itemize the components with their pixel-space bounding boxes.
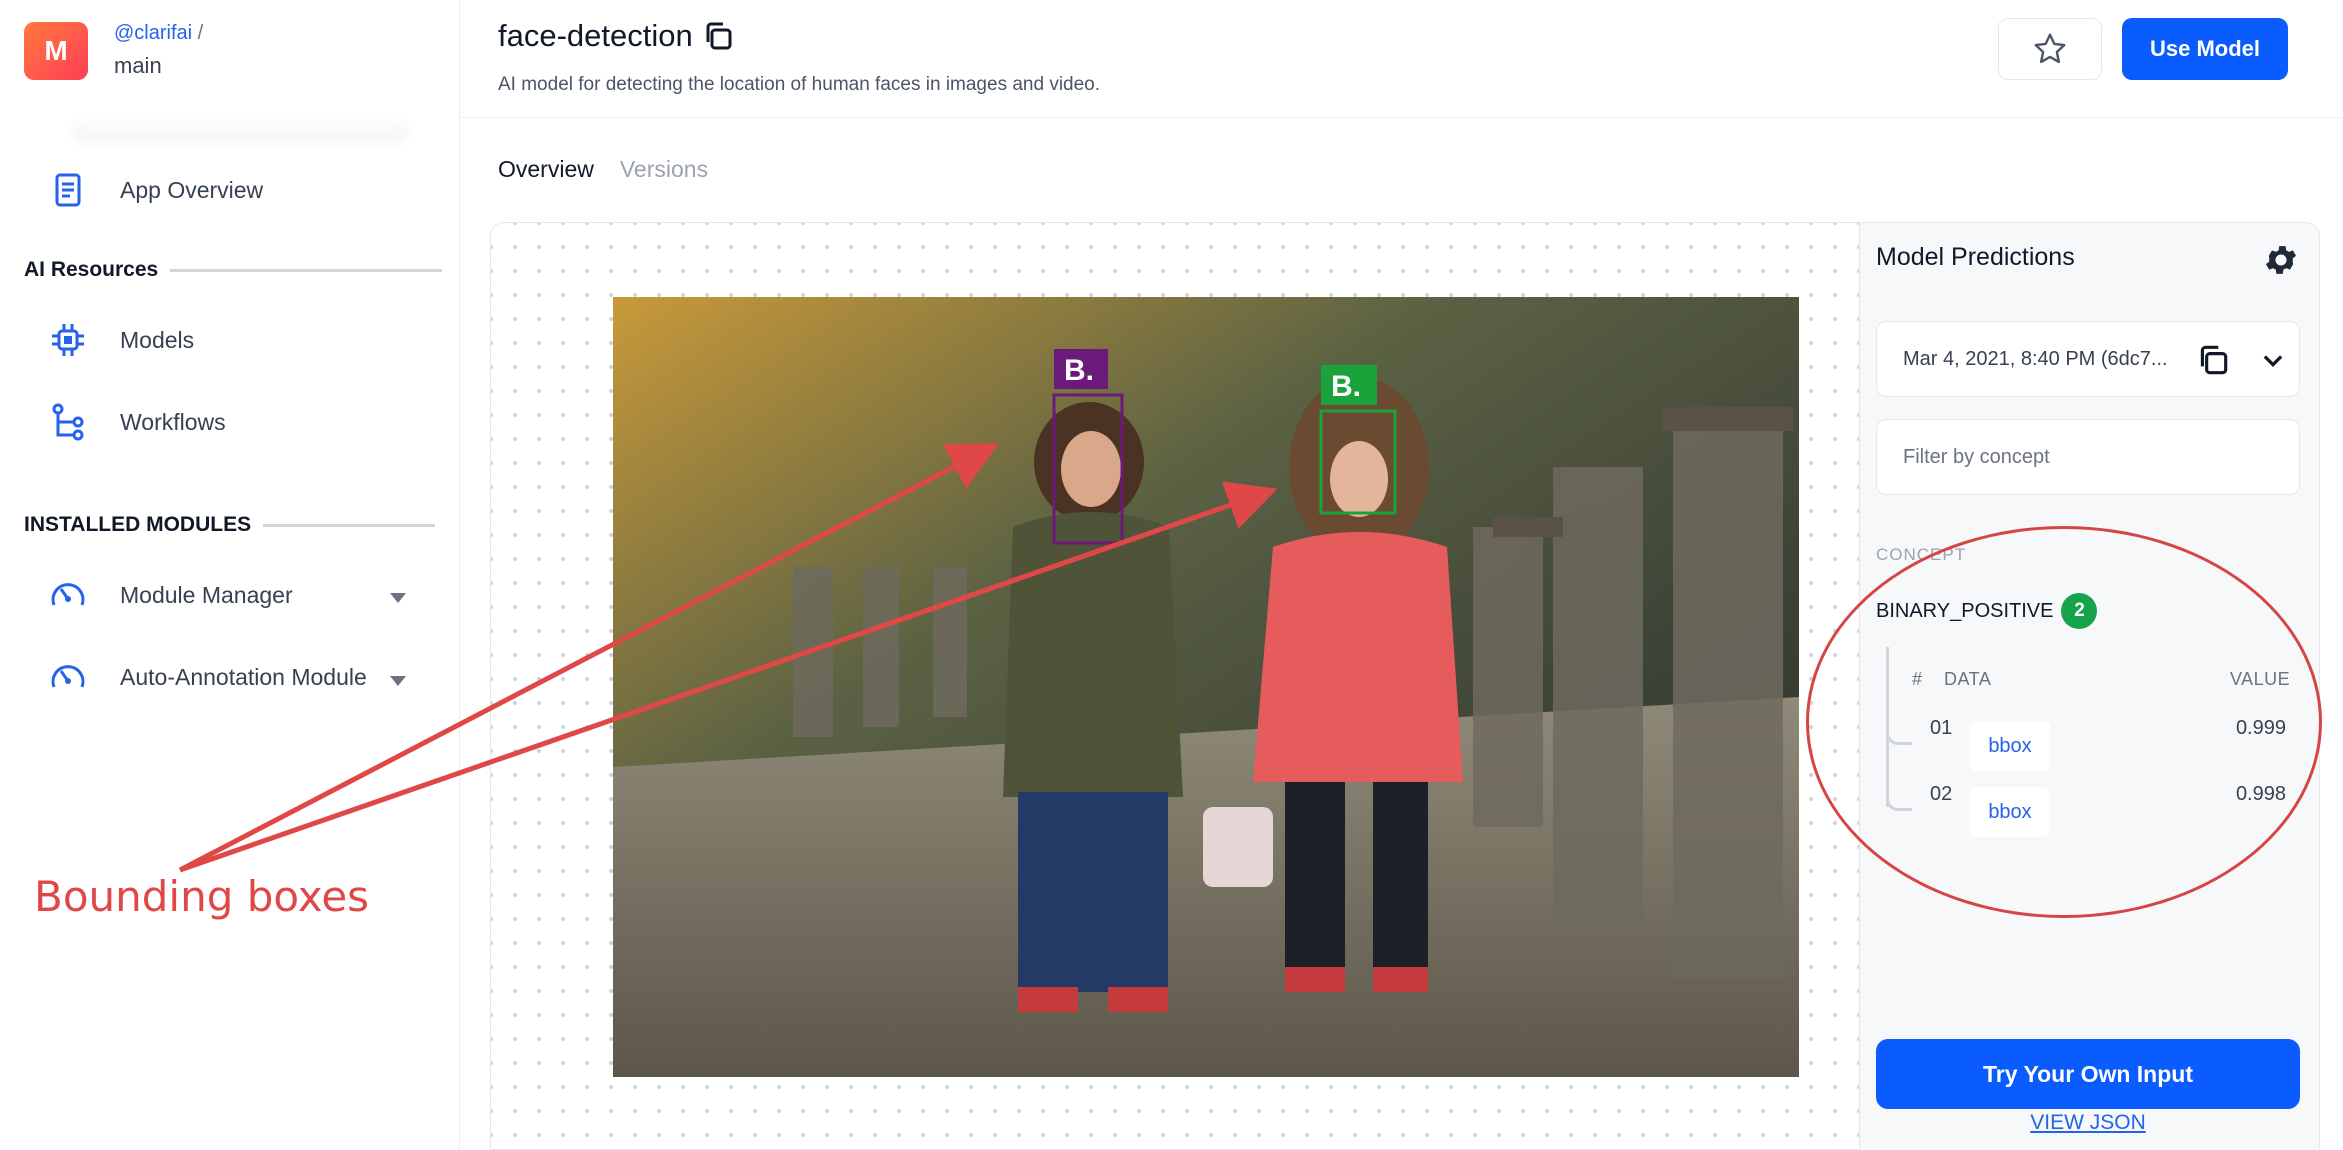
model-title-text: face-detection [498, 18, 693, 53]
owner-link[interactable]: @clarifai [114, 22, 192, 44]
tree-branch [1886, 781, 1912, 811]
sidebar-item-auto-annotation[interactable]: Auto-Annotation Module [48, 657, 367, 697]
bbox-chip[interactable]: bbox [1970, 787, 2050, 837]
annotation-label: Bounding boxes [34, 872, 370, 921]
gear-icon[interactable] [2262, 241, 2300, 279]
chip-icon [52, 324, 84, 356]
tab-bar: Overview Versions [498, 156, 708, 183]
model-predictions-panel: Model Predictions Mar 4, 2021, 8:40 PM (… [1860, 222, 2320, 1150]
sidebar-item-app-overview[interactable]: App Overview [48, 170, 263, 210]
sidebar-item-label: App Overview [120, 176, 264, 203]
sidebar-item-label: Module Manager [120, 581, 293, 608]
use-model-button[interactable]: Use Model [2122, 18, 2288, 80]
prediction-value: 0.998 [2235, 783, 2286, 805]
version-value: Mar 4, 2021, 8:40 PM (6dc7... [1903, 347, 2168, 370]
model-title: face-detection [498, 18, 735, 54]
copy-icon[interactable] [701, 19, 735, 53]
tree-branch [1886, 715, 1912, 745]
version-select[interactable]: Mar 4, 2021, 8:40 PM (6dc7... [1876, 321, 2300, 397]
prediction-value: 0.999 [2235, 717, 2286, 739]
bbox-chip[interactable]: bbox [1970, 721, 2050, 771]
sidebar-item-workflows[interactable]: Workflows [48, 402, 226, 442]
model-header: face-detection AI model for detecting th… [460, 0, 2343, 118]
sidebar-item-label: Auto-Annotation Module [120, 663, 367, 690]
sidebar-item-models[interactable]: Models [48, 320, 194, 360]
concept-count-badge: 2 [2061, 593, 2098, 629]
image-canvas: B. B. [490, 222, 1860, 1150]
app-header[interactable]: M @clarifai / main [24, 22, 203, 80]
app-owner[interactable]: @clarifai / [114, 22, 203, 45]
star-icon [2034, 33, 2066, 64]
copy-icon[interactable] [2195, 342, 2231, 378]
app-meta: @clarifai / main [114, 22, 203, 79]
sidebar-item-label: Workflows [120, 408, 226, 435]
input-image[interactable]: B. B. [613, 297, 1799, 1077]
concept-row[interactable]: BINARY_POSITIVE 2 [1876, 593, 2098, 629]
bbox-1-label: B. [1064, 354, 1094, 387]
sidebar: M @clarifai / main App Overview AI Resou… [0, 0, 460, 1150]
divider [263, 523, 436, 527]
sidebar-item-label: Models [120, 326, 195, 353]
app-avatar[interactable]: M [24, 22, 88, 80]
try-your-own-input-button[interactable]: Try Your Own Input [1876, 1039, 2300, 1109]
column-value: VALUE [2230, 669, 2291, 689]
bbox-2-label: B. [1331, 370, 1361, 403]
column-num: # [1912, 669, 1923, 689]
section-title: INSTALLED MODULES [24, 513, 252, 536]
main-content: face-detection AI model for detecting th… [460, 0, 2343, 1150]
concept-name: BINARY_POSITIVE [1876, 599, 2054, 622]
chevron-down-icon[interactable] [2259, 346, 2287, 374]
model-description: AI model for detecting the location of h… [498, 74, 1101, 95]
gauge-icon [51, 665, 85, 688]
prediction-num: 02 [1930, 783, 1953, 805]
children-photo: B. B. [613, 297, 1799, 1077]
section-ai-resources: AI Resources [24, 258, 443, 282]
workflow-icon [52, 403, 84, 441]
chevron-down-icon[interactable] [390, 676, 406, 686]
prediction-row[interactable]: 02 bbox 0.998 [1886, 781, 2286, 837]
gauge-icon [51, 583, 85, 606]
app-name[interactable]: main [114, 53, 203, 79]
favorite-button[interactable] [1998, 18, 2102, 80]
sidebar-item-module-manager[interactable]: Module Manager [48, 575, 293, 615]
view-json-link[interactable]: VIEW JSON [1876, 1111, 2300, 1135]
panel-title: Model Predictions [1876, 243, 2075, 271]
section-title: AI Resources [24, 258, 159, 281]
path-separator: / [197, 22, 204, 44]
section-installed-modules: INSTALLED MODULES [24, 513, 436, 537]
tab-overview[interactable]: Overview [498, 156, 594, 183]
app-header-shadow [70, 115, 410, 143]
tab-versions[interactable]: Versions [620, 156, 708, 183]
filter-concept-input[interactable]: Filter by concept [1876, 419, 2300, 495]
chevron-down-icon[interactable] [390, 593, 406, 603]
divider [170, 268, 443, 272]
document-icon [55, 173, 81, 207]
prediction-num: 01 [1930, 717, 1953, 739]
prediction-row[interactable]: 01 bbox 0.999 [1886, 715, 2286, 771]
column-data: DATA [1944, 669, 1992, 689]
concept-column-header: CONCEPT [1876, 545, 1967, 564]
